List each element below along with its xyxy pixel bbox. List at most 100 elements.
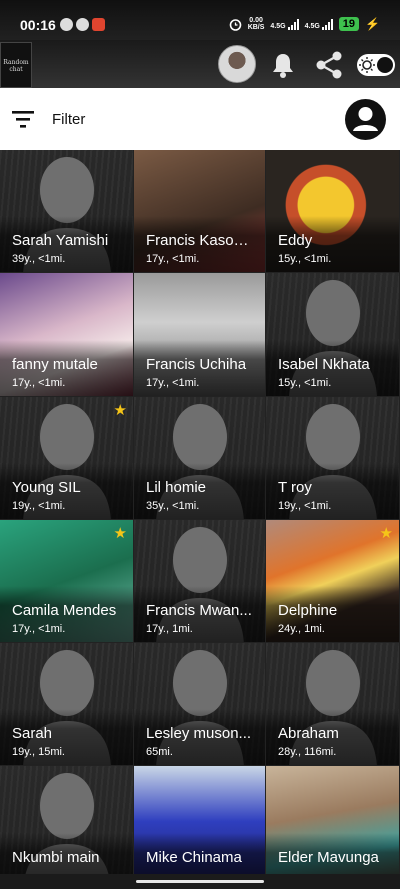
network-type-1: 4.5G [270,22,286,30]
profile-meta: 17y., <1mi. [12,623,66,636]
profile-info: Francis Mwan... 17y., 1mi. [134,586,265,643]
my-avatar[interactable] [218,45,256,83]
whatsapp-icon [76,18,89,31]
network-speed-unit: KB/S [247,24,265,31]
profile-card[interactable]: Isabel Nkhata 15y., <1mi. [266,273,400,397]
profile-name: Francis Mwan... [146,602,252,620]
profile-card[interactable]: Sarah Yamishi 39y., <1mi. [0,150,134,274]
chat-icon [60,18,73,31]
network-speed-value: 0.00 [249,17,263,24]
profile-name: Lesley muson... [146,725,252,743]
profile-meta: 17y., 1mi. [146,623,193,636]
profile-info: fanny mutale 17y., <1mi. [0,339,133,396]
filter-icon[interactable] [12,110,34,128]
profile-meta: 19y., <1mi. [12,499,66,512]
profile-name: Camila Mendes [12,602,117,620]
profile-name: Francis Kason... [146,232,253,250]
app-logo-text: Random [3,59,29,66]
bell-icon[interactable] [268,50,298,80]
profile-name: Elder Mavunga [278,848,379,866]
profile-info: T roy 19y., <1mi. [266,462,399,519]
profile-info: Camila Mendes 17y., <1mi. [0,586,133,643]
network-speed: 0.00 KB/S [248,17,265,31]
vivaldi-icon [92,18,105,31]
profile-info: Nkumbi main [0,832,133,874]
battery-level: 19 [338,17,360,31]
profile-info: Elder Mavunga [266,832,399,874]
profile-meta: 65mi. [146,746,173,759]
profile-card[interactable]: Francis Kason... 17y., <1mi. [134,150,266,274]
status-time: 00:16 [20,17,56,33]
profile-info: Isabel Nkhata 15y., <1mi. [266,339,399,396]
favorite-star-icon: ★ [379,524,393,542]
profile-info: Sarah Yamishi 39y., <1mi. [0,216,133,273]
profile-name: Isabel Nkhata [278,355,370,373]
profile-meta: 28y., 116mi. [278,746,337,759]
profile-name: Young SIL [12,478,81,496]
profile-card[interactable]: Nkumbi main [0,766,134,874]
profile-card[interactable]: ★ Delphine 24y., 1mi. [266,519,400,644]
profile-meta: 24y., 1mi. [278,623,325,636]
app-logo-subtext: chat [9,66,23,73]
share-icon[interactable] [314,50,344,80]
app-toolbar: Random chat [0,40,400,88]
profile-name: Sarah Yamishi [12,232,109,250]
favorite-star-icon: ★ [113,524,127,542]
profile-meta: 17y., <1mi. [146,253,200,266]
profile-meta: 35y., <1mi. [146,499,200,512]
favorite-star-icon: ★ [113,401,127,419]
profile-name: Francis Uchiha [146,355,247,373]
profile-card[interactable]: Lil homie 35y., <1mi. [134,396,266,520]
profile-name: fanny mutale [12,355,98,373]
profile-card[interactable]: Francis Uchiha 17y., <1mi. [134,273,266,397]
profile-info: Abraham 28y., 116mi. [266,709,399,766]
profile-card[interactable]: Eddy 15y., <1mi. [266,150,400,274]
profile-card[interactable]: ★ Young SIL 19y., <1mi. [0,396,134,520]
profile-card[interactable]: Francis Mwan... 17y., 1mi. [134,519,266,644]
profile-name: Sarah [12,725,53,743]
profile-meta: 19y., <1mi. [278,499,332,512]
profile-info: Francis Uchiha 17y., <1mi. [134,339,265,396]
profile-info: Lesley muson... 65mi. [134,709,265,766]
profile-info: Lil homie 35y., <1mi. [134,462,265,519]
profile-card[interactable]: Sarah 19y., 15mi. [0,643,134,767]
day-night-toggle-icon[interactable] [356,53,396,77]
profile-card[interactable]: Mike Chinama [134,766,266,874]
profile-name: Mike Chinama [146,848,242,866]
signal-icon-2: 4.5G [304,18,333,30]
profile-card[interactable]: Elder Mavunga [266,766,400,874]
profile-grid: Sarah Yamishi 39y., <1mi. Francis Kason...… [0,150,400,874]
profile-name: Lil homie [146,478,207,496]
filter-label[interactable]: Filter [52,111,85,128]
filter-bar: Filter [0,88,400,150]
profile-info: Mike Chinama [134,832,265,874]
profile-meta: 15y., <1mi. [278,253,332,266]
profile-card[interactable]: T roy 19y., <1mi. [266,396,400,520]
profile-card[interactable]: fanny mutale 17y., <1mi. [0,273,134,397]
profile-info: Francis Kason... 17y., <1mi. [134,216,265,273]
profile-info: Delphine 24y., 1mi. [266,586,399,643]
profile-info: Young SIL 19y., <1mi. [0,462,133,519]
profile-info: Eddy 15y., <1mi. [266,216,399,273]
alarm-icon [229,18,241,31]
charging-icon: ⚡ [365,17,380,31]
signal-icon: 4.5G [270,18,299,30]
status-icons: 0.00 KB/S 4.5G 4.5G 19 ⚡ [229,17,380,31]
profile-card[interactable]: ★ Camila Mendes 17y., <1mi. [0,519,134,644]
profile-meta: 39y., <1mi. [12,253,66,266]
profile-name: Eddy [278,232,313,250]
network-type-2: 4.5G [304,22,320,30]
home-gesture-bar[interactable] [136,880,264,883]
profile-name: Nkumbi main [12,848,100,866]
profile-name: Abraham [278,725,339,743]
app-logo[interactable]: Random chat [0,42,32,88]
profile-meta: 17y., <1mi. [146,376,200,389]
profile-icon[interactable] [345,99,386,140]
notification-icons [60,18,105,31]
profile-name: T roy [278,478,312,496]
profile-card[interactable]: Abraham 28y., 116mi. [266,643,400,767]
profile-meta: 15y., <1mi. [278,376,332,389]
profile-card[interactable]: Lesley muson... 65mi. [134,643,266,767]
profile-meta: 19y., 15mi. [12,746,65,759]
profile-name: Delphine [278,602,338,620]
